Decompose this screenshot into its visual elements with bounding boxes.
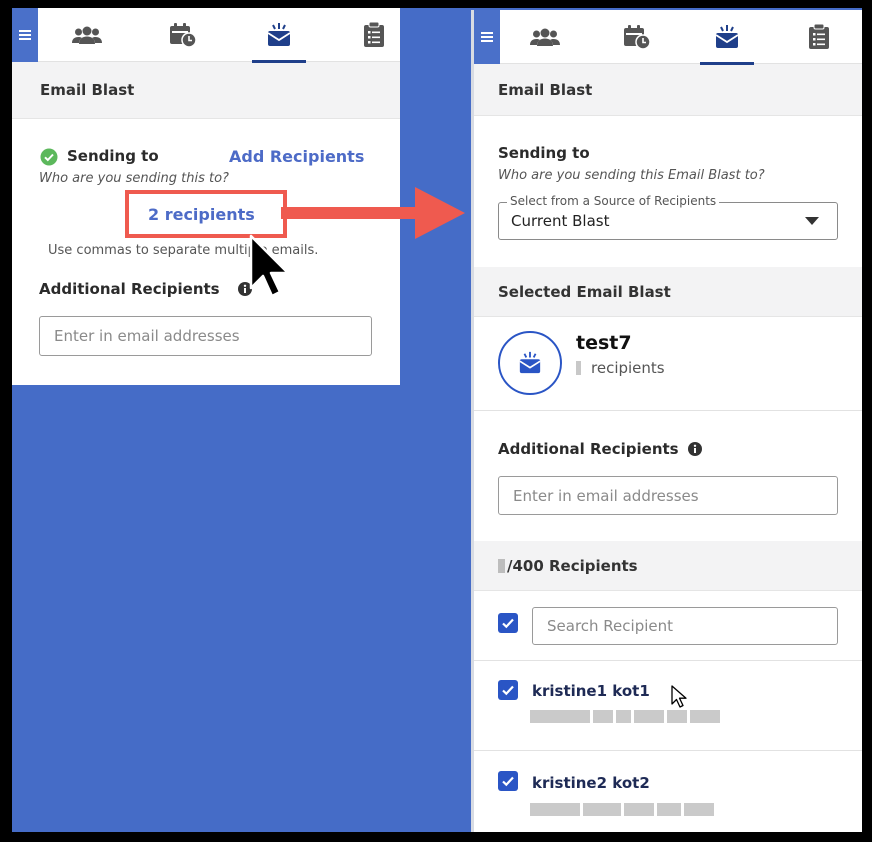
tab-email-blast[interactable] xyxy=(252,8,306,63)
sending-to-hint: Who are you sending this to? xyxy=(39,171,229,186)
section-header-recipients-count: /400 Recipients xyxy=(474,541,862,591)
mouse-cursor-icon xyxy=(671,685,687,708)
email-blast-icon xyxy=(267,23,291,46)
checkmark-icon xyxy=(502,776,514,787)
tab-schedule[interactable] xyxy=(610,10,664,64)
screenshot-canvas: Email Blast Sending to Add Recipients Wh… xyxy=(0,0,872,842)
red-arrow-icon xyxy=(281,187,465,239)
recipient-name: kristine1 kot1 xyxy=(532,682,650,700)
recipient-checkbox[interactable] xyxy=(498,680,518,700)
section-header-email-blast: Email Blast xyxy=(12,62,400,119)
recipient-checkbox[interactable] xyxy=(498,771,518,791)
section-header-email-blast: Email Blast xyxy=(474,64,862,116)
divider xyxy=(474,410,862,411)
blast-name: test7 xyxy=(576,332,632,354)
email-input[interactable]: Enter in email addresses xyxy=(498,476,838,515)
tab-bar xyxy=(12,8,400,63)
source-select-value: Current Blast xyxy=(511,212,610,230)
info-icon[interactable] xyxy=(688,442,702,456)
recipients-link[interactable]: 2 recipients xyxy=(148,205,255,224)
email-input[interactable]: Enter in email addresses xyxy=(39,316,372,356)
sending-to-label: Sending to xyxy=(498,144,590,162)
blurred-email xyxy=(530,803,714,816)
tab-schedule[interactable] xyxy=(156,8,210,62)
sending-to-hint: Who are you sending this Email Blast to? xyxy=(498,168,765,183)
add-recipients-link[interactable]: Add Recipients xyxy=(229,147,364,166)
people-icon xyxy=(72,26,102,44)
people-icon xyxy=(530,28,560,46)
tab-bar xyxy=(474,10,862,65)
tab-clipboard[interactable] xyxy=(792,10,846,64)
checkmark-icon xyxy=(502,685,514,696)
blurred-count xyxy=(498,558,505,573)
divider xyxy=(474,660,862,661)
source-select[interactable]: Select from a Source of Recipients Curre… xyxy=(498,194,838,240)
source-select-legend: Select from a Source of Recipients xyxy=(507,194,720,208)
blast-recipients-text: recipients xyxy=(591,359,665,377)
clipboard-icon xyxy=(809,24,829,49)
menu-button[interactable] xyxy=(12,8,38,62)
hamburger-icon xyxy=(481,36,493,38)
sending-to-label: Sending to xyxy=(67,147,159,165)
divider xyxy=(474,750,862,751)
tab-email-blast[interactable] xyxy=(700,10,754,65)
caret-down-icon xyxy=(805,217,819,225)
mouse-cursor-icon xyxy=(249,234,290,298)
recipients-count: /400 Recipients xyxy=(507,556,638,575)
clipboard-icon xyxy=(364,22,384,47)
email-blast-icon xyxy=(715,25,739,48)
page-title: Email Blast xyxy=(40,81,135,99)
calendar-clock-icon xyxy=(624,25,651,50)
section-header-selected-blast: Selected Email Blast xyxy=(474,267,862,317)
right-panel: Email Blast Sending to Who are you sendi… xyxy=(471,10,862,832)
blurred-count xyxy=(576,361,581,375)
tab-people[interactable] xyxy=(60,8,114,62)
additional-recipients-label: Additional Recipients xyxy=(498,440,679,458)
calendar-clock-icon xyxy=(170,23,197,48)
select-all-checkbox[interactable] xyxy=(498,613,518,633)
page-title: Email Blast xyxy=(498,80,593,99)
email-blast-icon xyxy=(519,351,541,374)
additional-recipients-label: Additional Recipients xyxy=(39,280,220,298)
menu-button[interactable] xyxy=(474,10,500,64)
check-circle-icon xyxy=(40,148,58,166)
blast-avatar xyxy=(498,331,562,395)
hamburger-icon xyxy=(19,34,31,36)
tab-clipboard[interactable] xyxy=(347,8,400,62)
recipient-name: kristine2 kot2 xyxy=(532,774,650,792)
checkmark-icon xyxy=(502,618,514,629)
tab-people[interactable] xyxy=(518,10,572,64)
blurred-email xyxy=(530,710,720,723)
search-recipient-input[interactable]: Search Recipient xyxy=(532,607,838,645)
